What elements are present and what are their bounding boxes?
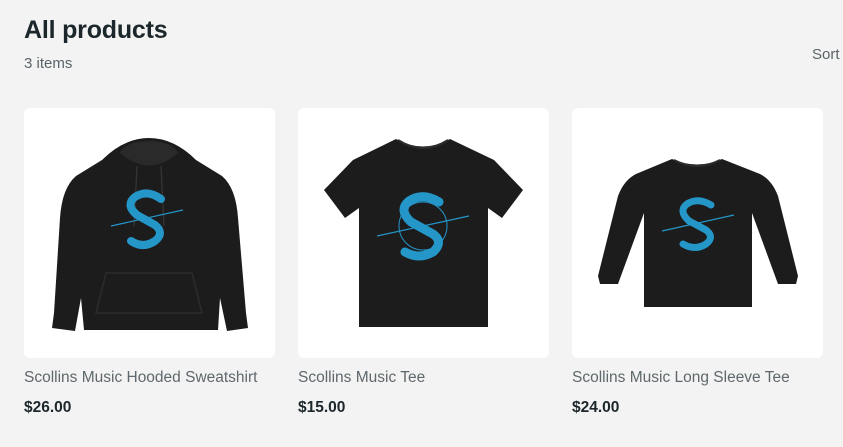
product-grid: Scollins Music Hooded Sweatshirt $26.00 … xyxy=(24,108,823,417)
long-sleeve-image xyxy=(598,159,798,307)
product-price: $24.00 xyxy=(572,399,620,416)
product-title[interactable]: Scollins Music Long Sleeve Tee xyxy=(572,369,823,387)
item-count: 3 items xyxy=(24,55,73,72)
product-card-hoodie[interactable]: Scollins Music Hooded Sweatshirt $26.00 xyxy=(24,108,275,417)
page-title: All products xyxy=(24,16,168,44)
product-price: $26.00 xyxy=(24,399,72,416)
product-image-tee[interactable] xyxy=(298,108,549,358)
product-card-tee[interactable]: Scollins Music Tee $15.00 xyxy=(298,108,549,417)
sort-button[interactable]: Sort xyxy=(812,46,840,63)
product-title[interactable]: Scollins Music Hooded Sweatshirt xyxy=(24,369,275,387)
product-image-long-sleeve[interactable] xyxy=(572,108,823,358)
product-card-long-sleeve[interactable]: Scollins Music Long Sleeve Tee $24.00 xyxy=(572,108,823,417)
product-image-hoodie[interactable] xyxy=(24,108,275,358)
tshirt-image xyxy=(324,139,523,327)
products-page: All products 3 items Sort Scollins Music… xyxy=(0,0,843,447)
product-price: $15.00 xyxy=(298,399,346,416)
hoodie-image xyxy=(52,138,248,331)
product-title[interactable]: Scollins Music Tee xyxy=(298,369,549,387)
